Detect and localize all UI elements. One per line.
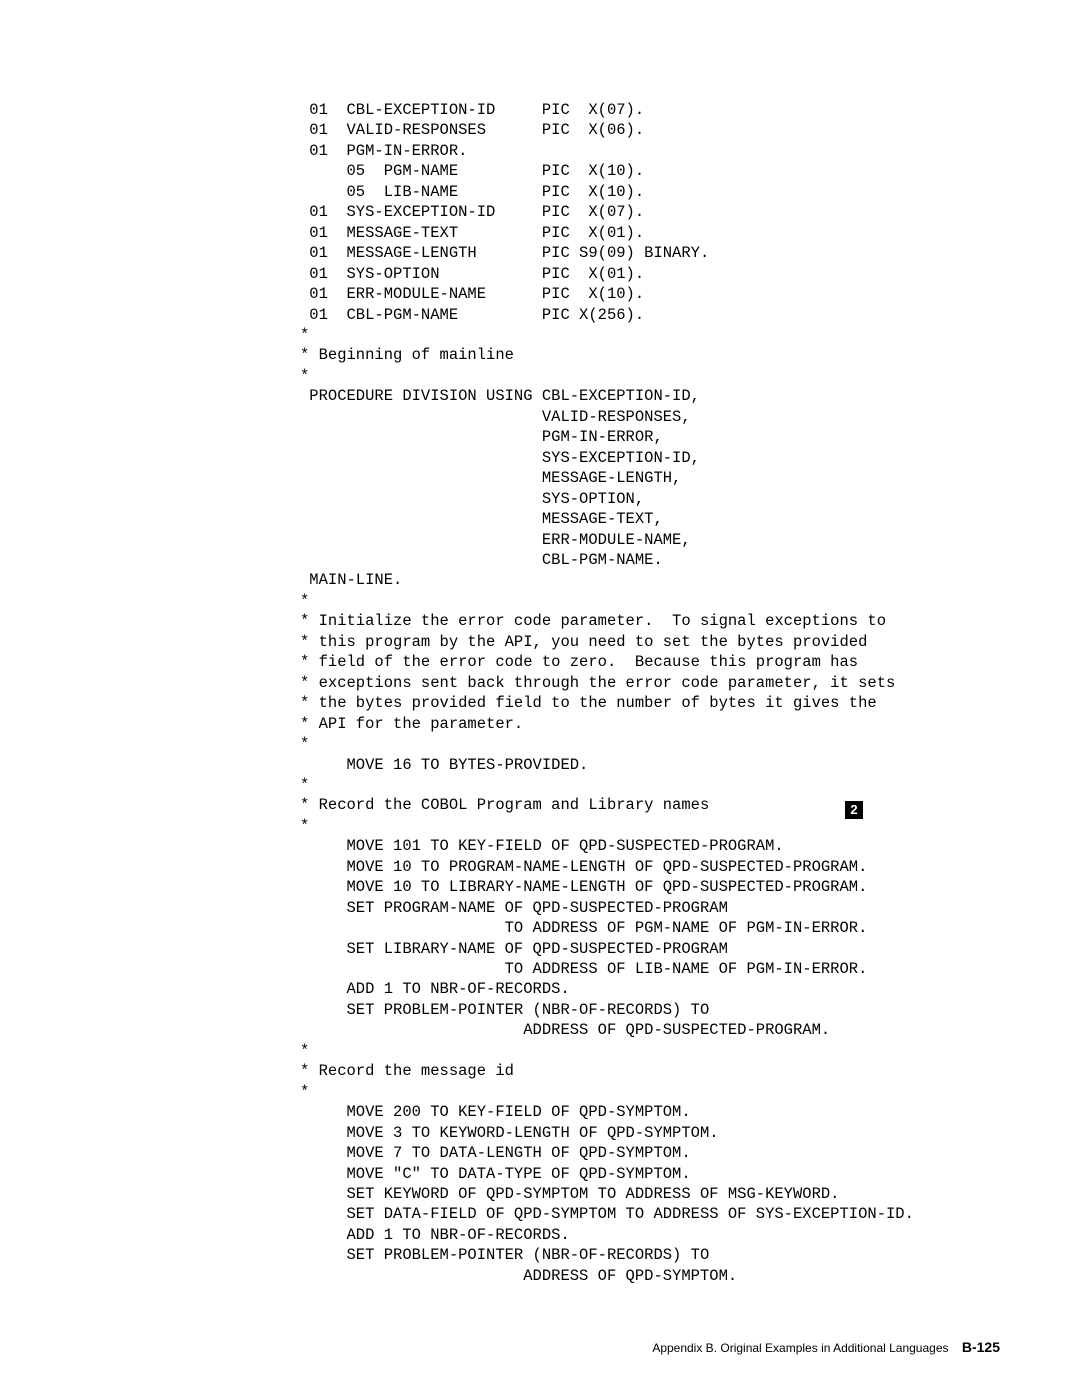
page-number: B-125 (962, 1339, 1000, 1355)
callout-marker-2: 2 (845, 801, 863, 819)
footer-text: Appendix B. Original Examples in Additio… (652, 1341, 948, 1355)
document-page: 01 CBL-EXCEPTION-ID PIC X(07). 01 VALID-… (0, 0, 1080, 1397)
page-footer: Appendix B. Original Examples in Additio… (652, 1338, 1000, 1357)
cobol-source-code: 01 CBL-EXCEPTION-ID PIC X(07). 01 VALID-… (300, 100, 1000, 1286)
